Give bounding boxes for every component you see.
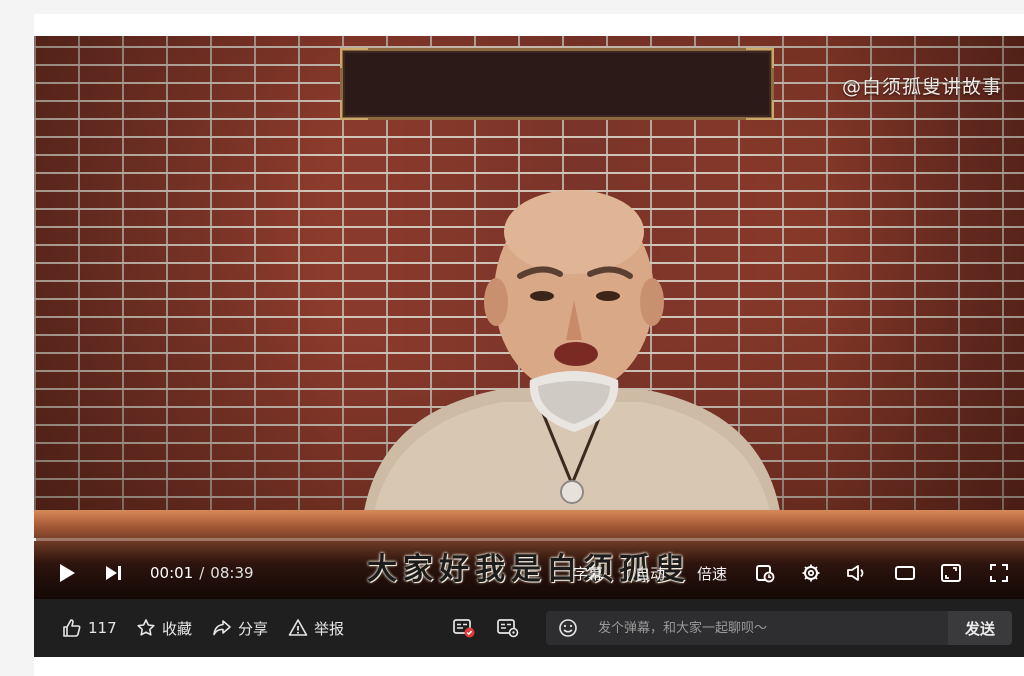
emoji-icon xyxy=(559,619,577,637)
channel-watermark: @白须孤叟讲故事 xyxy=(841,76,1002,98)
star-icon xyxy=(137,619,155,636)
time-separator: / xyxy=(199,564,205,582)
report-button[interactable]: 举报 xyxy=(288,599,344,657)
progress-bar[interactable] xyxy=(34,538,1024,541)
speed-button[interactable]: 倍速 xyxy=(690,554,734,592)
play-button[interactable] xyxy=(52,554,82,592)
danmaku-input[interactable] xyxy=(590,611,948,645)
settings-icon xyxy=(802,564,820,582)
like-count: 117 xyxy=(88,619,117,637)
share-button[interactable]: 分享 xyxy=(212,599,268,657)
loop-button[interactable] xyxy=(752,554,778,592)
loop-icon xyxy=(756,565,775,583)
volume-button[interactable] xyxy=(844,554,870,592)
duration: 08:39 xyxy=(210,564,254,582)
player-controls: 00:01 / 08:39 字幕 自动 倍速 xyxy=(34,554,1024,592)
quality-button[interactable]: 自动 xyxy=(628,554,672,592)
title-plaque xyxy=(340,48,774,120)
danmaku-toggle-button[interactable] xyxy=(452,599,476,657)
web-fullscreen-icon xyxy=(941,564,961,582)
next-icon xyxy=(106,566,121,580)
widescreen-button[interactable] xyxy=(892,554,918,592)
action-bar: 117 收藏 分享 举报 发个弹幕，和大家一起聊呗～ 发送 xyxy=(34,599,1024,657)
share-label: 分享 xyxy=(238,619,269,638)
subtitle-button[interactable]: 字幕 xyxy=(566,554,610,592)
current-time: 00:01 xyxy=(150,564,194,582)
video-player[interactable]: @白须孤叟讲故事 大家好我是白须孤叟 00:01 / 08:39 字幕 自动 倍… xyxy=(34,36,1024,599)
widescreen-icon xyxy=(895,566,915,580)
fullscreen-button[interactable] xyxy=(986,554,1012,592)
warning-icon xyxy=(288,619,308,636)
favorite-label: 收藏 xyxy=(162,619,193,638)
thumbs-up-icon xyxy=(63,619,81,637)
web-fullscreen-button[interactable] xyxy=(938,554,964,592)
danmaku-settings-icon xyxy=(497,619,519,638)
favorite-button[interactable]: 收藏 xyxy=(136,599,192,657)
like-button[interactable]: 117 xyxy=(62,599,117,657)
settings-button[interactable] xyxy=(798,554,824,592)
danmaku-on-icon xyxy=(453,619,475,638)
danmaku-input-box xyxy=(546,611,948,645)
next-button[interactable] xyxy=(98,554,128,592)
progress-fill xyxy=(34,538,36,541)
play-icon xyxy=(60,564,75,582)
report-label: 举报 xyxy=(314,619,345,638)
share-icon xyxy=(213,620,231,636)
fullscreen-icon xyxy=(990,564,1008,582)
send-danmaku-button[interactable]: 发送 xyxy=(948,611,1012,645)
volume-icon xyxy=(847,565,864,581)
emoji-button[interactable] xyxy=(546,611,590,645)
time-display: 00:01 / 08:39 xyxy=(150,554,254,592)
danmaku-settings-button[interactable] xyxy=(496,599,520,657)
presenter-figure xyxy=(362,190,782,524)
